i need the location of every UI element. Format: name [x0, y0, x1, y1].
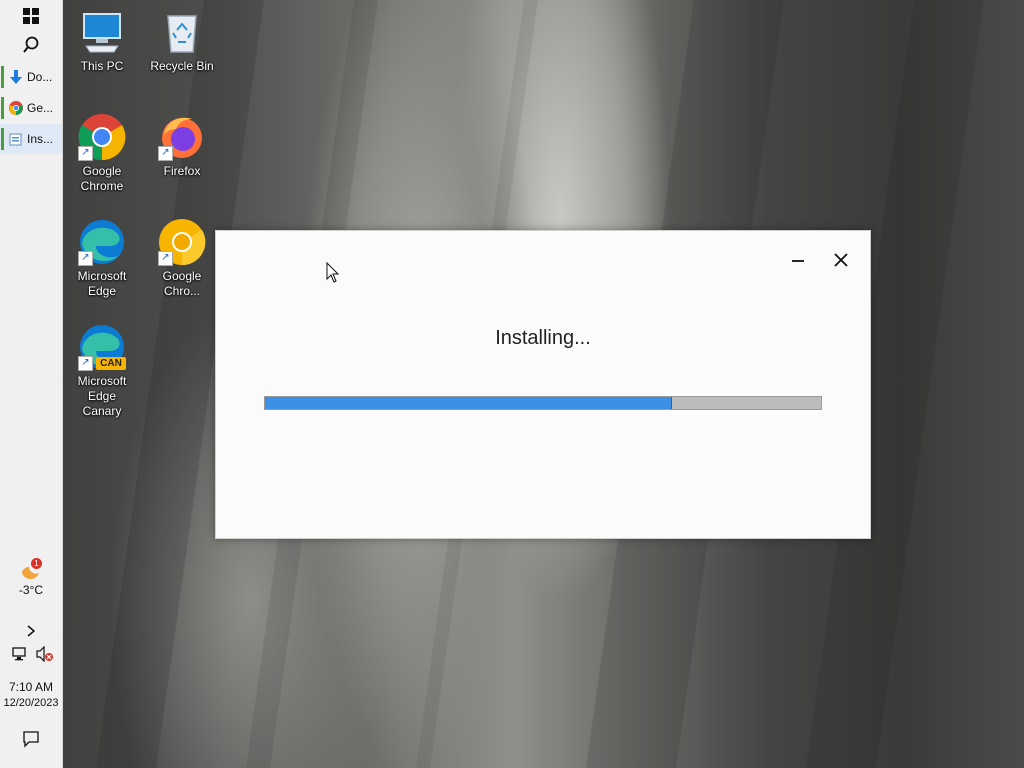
desktop-icon-this-pc[interactable]: This PC	[63, 8, 141, 74]
close-button[interactable]	[827, 246, 855, 274]
shortcut-arrow-icon: ↗	[158, 251, 173, 266]
action-center-button[interactable]	[0, 724, 62, 754]
installer-window: Installing...	[215, 230, 871, 539]
minimize-icon	[792, 260, 804, 262]
install-progress-bar	[264, 396, 822, 410]
recycle-bin-icon	[158, 8, 206, 56]
desktop-icon-label: Google Chrome	[80, 164, 124, 193]
volume-muted-icon[interactable]	[36, 645, 54, 663]
clock-time[interactable]: 7:10 AM	[0, 680, 62, 694]
desktop-icon-label: Microsoft Edge Canary	[77, 374, 127, 418]
notification-icon	[23, 731, 39, 748]
shortcut-arrow-icon: ↗	[78, 356, 93, 371]
taskbar-app-chrome[interactable]: Ge...	[0, 93, 62, 123]
desktop-icon-label: Firefox	[163, 164, 201, 178]
shortcut-arrow-icon: ↗	[78, 146, 93, 161]
taskbar: Do... Ge... Ins... 1 -3°C 7:10 AM 12/20/…	[0, 0, 63, 768]
edge-icon: ↗	[78, 218, 126, 266]
mouse-cursor-icon	[326, 261, 340, 289]
clock-date[interactable]: 12/20/2023	[0, 697, 62, 709]
chrome-icon	[8, 101, 23, 116]
close-icon	[834, 253, 848, 267]
shortcut-arrow-icon: ↗	[158, 146, 173, 161]
search-icon	[23, 36, 39, 53]
weather-widget[interactable]: 1	[19, 558, 45, 581]
chrome-icon: ↗	[78, 113, 126, 161]
installer-icon	[8, 132, 23, 147]
taskbar-app-label: Do...	[27, 70, 53, 84]
taskbar-app-download[interactable]: Do...	[0, 62, 62, 92]
windows-icon	[23, 8, 39, 24]
canary-badge: CAN	[96, 357, 126, 370]
desktop-icon-recycle-bin[interactable]: Recycle Bin	[143, 8, 221, 74]
start-button[interactable]	[0, 1, 62, 31]
desktop-icon-label: Recycle Bin	[150, 59, 214, 73]
desktop-icon-microsoft-edge[interactable]: ↗ Microsoft Edge	[63, 218, 141, 299]
taskbar-app-installer[interactable]: Ins...	[0, 124, 62, 154]
download-icon	[8, 70, 23, 85]
progress-fill	[265, 397, 672, 409]
desktop-icon-google-chrome-canary[interactable]: ↗ Google Chro...	[143, 218, 221, 299]
edge-canary-icon: CAN ↗	[78, 323, 126, 371]
network-icon[interactable]	[12, 646, 30, 662]
firefox-icon: ↗	[158, 113, 206, 161]
desktop-icon-label: This PC	[80, 59, 124, 73]
desktop-icon-microsoft-edge-canary[interactable]: CAN ↗ Microsoft Edge Canary	[63, 323, 141, 419]
install-status-text: Installing...	[495, 327, 591, 349]
chrome-canary-icon: ↗	[158, 218, 206, 266]
desktop-icon-label: Microsoft Edge	[77, 269, 127, 298]
desktop-icon-label: Google Chro...	[162, 269, 202, 298]
minimize-button[interactable]	[784, 246, 812, 274]
taskbar-app-label: Ins...	[27, 132, 54, 146]
weather-temperature: -3°C	[18, 583, 44, 597]
this-pc-icon	[78, 8, 126, 56]
taskbar-app-label: Ge...	[27, 101, 54, 115]
notification-badge: 1	[31, 558, 42, 569]
search-button[interactable]	[0, 30, 62, 60]
desktop-icon-firefox[interactable]: ↗ Firefox	[143, 113, 221, 179]
show-hidden-icons-button[interactable]	[0, 616, 62, 646]
shortcut-arrow-icon: ↗	[78, 251, 93, 266]
chevron-right-icon	[27, 625, 36, 637]
desktop-icon-google-chrome[interactable]: ↗ Google Chrome	[63, 113, 141, 194]
